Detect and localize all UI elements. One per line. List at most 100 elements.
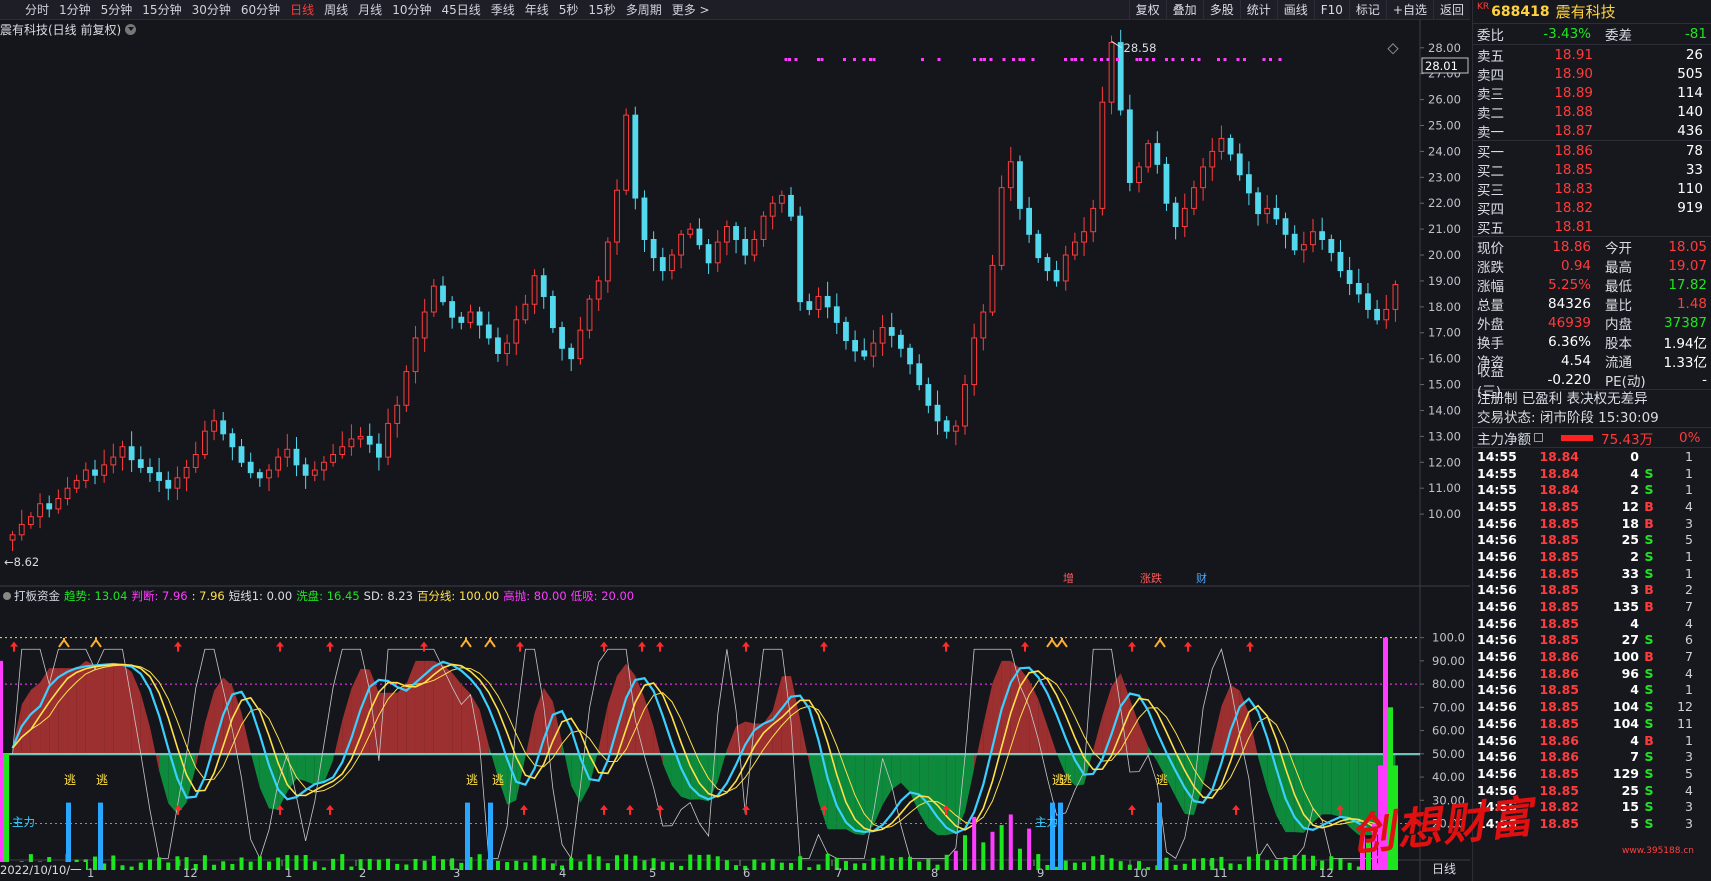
ask-row[interactable]: 卖四 18.90 505 [1473, 64, 1711, 84]
candle-body [485, 324, 492, 339]
x-tick-label: 1 [285, 866, 292, 880]
candle-body [385, 422, 391, 458]
bid-row[interactable]: 买四 18.82 919 [1473, 198, 1711, 218]
tab-6[interactable]: 日线 [285, 0, 319, 20]
tab-16[interactable]: 更多 > [667, 0, 715, 20]
tab-5[interactable]: 60分钟 [236, 0, 285, 20]
candle-body [595, 280, 602, 300]
signal-marker [1269, 58, 1272, 61]
mainforce-pct: 0% [1679, 429, 1701, 446]
tab-12[interactable]: 年线 [520, 0, 554, 20]
bid-row[interactable]: 买一 18.86 78 [1473, 141, 1711, 161]
indicator-name[interactable]: 打板资金 [14, 588, 60, 604]
ask-row[interactable]: 卖二 18.88 140 [1473, 102, 1711, 122]
tab-2[interactable]: 5分钟 [96, 0, 138, 20]
tick-price: 18.85 [1539, 782, 1579, 798]
wash-bar [587, 854, 592, 870]
tick-side: S [1644, 765, 1654, 781]
toolbar-button-7[interactable]: +自选 [1385, 0, 1433, 20]
tab-8[interactable]: 月线 [353, 0, 387, 20]
tab-15[interactable]: 多周期 [621, 0, 667, 20]
tick-price: 18.85 [1539, 765, 1579, 781]
y-tick-label: 15.00 [1428, 378, 1461, 392]
tab-1[interactable]: 1分钟 [54, 0, 96, 20]
tab-10[interactable]: 45日线 [436, 0, 485, 20]
bid-row[interactable]: 买五 18.81 [1473, 217, 1711, 237]
toolbar-button-3[interactable]: 统计 [1239, 0, 1277, 20]
ask-price: 18.90 [1554, 65, 1593, 82]
tick-price: 18.84 [1539, 482, 1579, 498]
chevron-down-icon[interactable] [125, 24, 137, 35]
tab-13[interactable]: 5秒 [554, 0, 584, 20]
tick-count: 4 [1685, 665, 1693, 681]
signal-marker [1106, 58, 1110, 61]
ask-row[interactable]: 卖一 18.87 436 [1473, 121, 1711, 141]
tab-3[interactable]: 15分钟 [137, 0, 186, 20]
wash-bar [798, 856, 803, 870]
tab-4[interactable]: 30分钟 [187, 0, 236, 20]
tick-count: 4 [1685, 615, 1693, 631]
tick-volume: 4 [1630, 682, 1639, 698]
toolbar-button-2[interactable]: 多股 [1202, 0, 1240, 20]
wash-bar [1164, 857, 1169, 870]
tab-0[interactable]: 分时 [20, 0, 54, 20]
toolbar-button-6[interactable]: 标记 [1348, 0, 1386, 20]
candle-body [238, 446, 245, 463]
candle-body [1355, 283, 1362, 295]
tick-volume: 27 [1621, 632, 1639, 648]
candle-body [9, 534, 16, 541]
tick-row: 14:56 18.86 7 S 3 [1473, 748, 1711, 765]
stat-value: 6.36% [1548, 333, 1591, 350]
candle-body [183, 466, 190, 479]
signal-marker [1018, 58, 1022, 61]
tick-count: 5 [1685, 765, 1693, 781]
tab-9[interactable]: 10分钟 [387, 0, 436, 20]
main-force-label: 主力 [12, 815, 35, 829]
ask-row[interactable]: 卖三 18.89 114 [1473, 83, 1711, 103]
tick-count: 3 [1685, 749, 1693, 765]
tick-row: 14:55 18.84 4 S 1 [1473, 465, 1711, 482]
period-label[interactable]: 日线 [1432, 860, 1456, 877]
candle-body [577, 329, 584, 360]
tab-14[interactable]: 15秒 [583, 0, 620, 20]
candle-body [412, 337, 419, 373]
stat-label: 今开 [1605, 240, 1632, 257]
toolbar-button-5[interactable]: F10 [1313, 0, 1349, 20]
ask-row[interactable]: 卖五 18.91 26 [1473, 45, 1711, 65]
candle-body [1337, 251, 1344, 272]
candle-body [467, 311, 474, 323]
event-label[interactable]: 增 [1063, 571, 1074, 585]
ask-label: 卖三 [1477, 86, 1504, 103]
stock-code: 688418 [1491, 3, 1550, 20]
candle-body [137, 459, 144, 468]
indicator-dot-icon[interactable] [3, 592, 11, 600]
wash-bar [596, 856, 601, 870]
signal-marker [872, 58, 876, 61]
wash-bar [276, 857, 281, 870]
event-label[interactable]: 涨跌 [1140, 571, 1162, 585]
tab-7[interactable]: 周线 [319, 0, 353, 20]
stat-label: PE(动) [1605, 373, 1646, 390]
stats-row: 现价 18.86 今开 18.05 [1473, 237, 1711, 257]
tick-list[interactable]: 14:55 18.84 0 1 14:55 18.84 4 S 1 14:55 18.84 2 S 1 14… [1473, 448, 1711, 832]
stat-label: 涨幅 [1477, 278, 1504, 295]
chart-canvas[interactable]: 10.00 11.00 12.00 13.00 14.00 15.00 16.00 17.00… [0, 20, 1470, 881]
wash-bar [505, 862, 510, 870]
event-label[interactable]: 财 [1196, 571, 1207, 585]
bid-row[interactable]: 买二 18.85 33 [1473, 160, 1711, 180]
candle-body [440, 285, 446, 303]
menu-icon[interactable] [1534, 433, 1543, 442]
wash-bar [1201, 858, 1206, 870]
toolbar-button-1[interactable]: 叠加 [1165, 0, 1203, 20]
stat-value: 46939 [1548, 314, 1591, 331]
toolbar-button-0[interactable]: 复权 [1128, 0, 1166, 20]
bid-row[interactable]: 买三 18.83 110 [1473, 179, 1711, 199]
signal-marker [788, 58, 791, 61]
toolbar-button-4[interactable]: 画线 [1276, 0, 1314, 20]
area-segment [452, 672, 462, 754]
tab-11[interactable]: 季线 [486, 0, 520, 20]
toolbar-button-8[interactable]: 返回 [1432, 0, 1470, 20]
wash-bar [624, 854, 629, 870]
stock-title[interactable]: 震有科技(日线 前复权) [0, 21, 137, 38]
area-segment [433, 660, 443, 754]
